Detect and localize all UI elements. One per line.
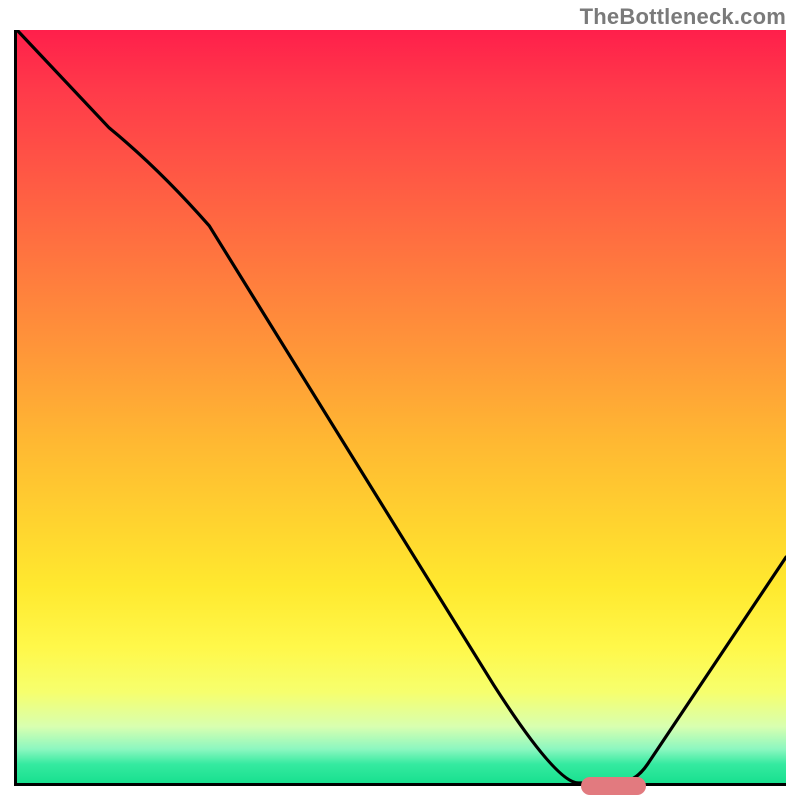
watermark-text: TheBottleneck.com (580, 4, 786, 30)
bottleneck-curve (17, 30, 786, 783)
chart-area (14, 30, 786, 786)
curve-path (17, 30, 786, 783)
optimum-marker (581, 777, 647, 795)
